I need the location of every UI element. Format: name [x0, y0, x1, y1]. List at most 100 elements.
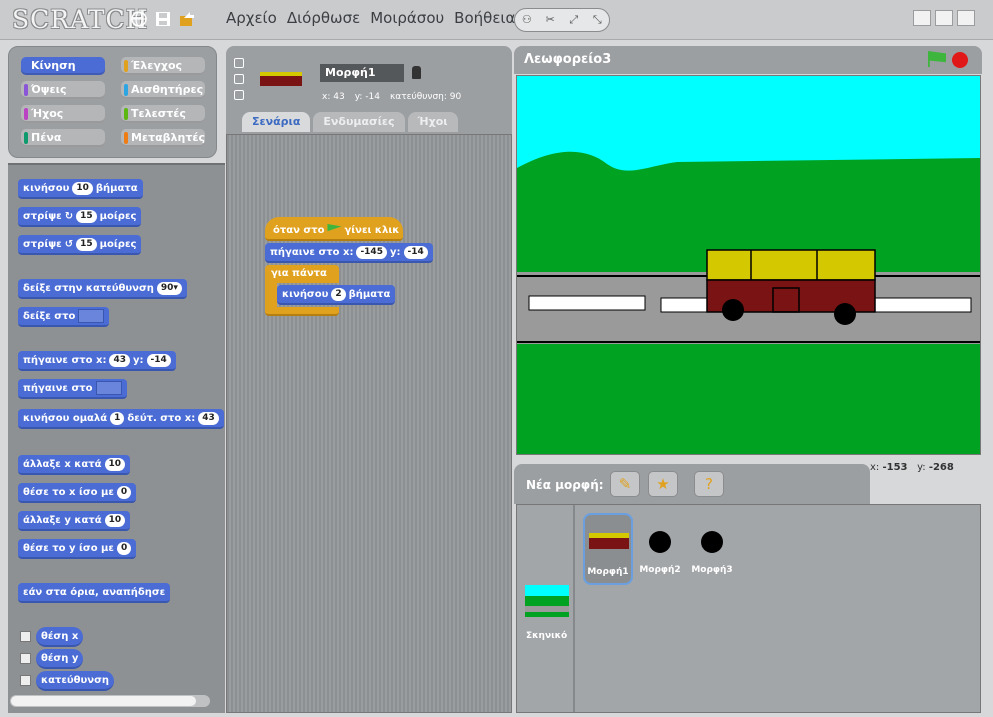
block-point-direction[interactable]: δείξε στην κατεύθυνση 90▾ — [18, 279, 187, 299]
block-dropdown[interactable] — [95, 381, 122, 395]
duplicate-icon[interactable]: ⚇ — [519, 12, 535, 28]
block-input[interactable]: 15 — [76, 237, 97, 251]
no-rotate-icon[interactable] — [234, 90, 244, 100]
shrink-icon[interactable]: ⤡ — [589, 12, 605, 28]
x-value: 43 — [333, 92, 345, 102]
block-palette: κινήσου 10 βήματα στρίψε ↻ 15 μοίρες στρ… — [8, 163, 225, 713]
block-input[interactable]: -14 — [403, 245, 428, 259]
checkbox-direction[interactable] — [20, 675, 31, 686]
block-text: κινήσου — [23, 182, 70, 194]
sprite-thumb-3[interactable]: Μορφή3 — [687, 513, 737, 585]
random-sprite-icon[interactable]: ? — [694, 471, 724, 497]
rotate-style-icon[interactable] — [234, 58, 244, 68]
category-label: Τελεστές — [131, 107, 186, 120]
stage-selector[interactable]: Σκηνικό — [517, 505, 575, 712]
block-input[interactable]: 0 — [116, 541, 132, 555]
checkbox-x-position[interactable] — [20, 631, 31, 642]
block-turn-clockwise[interactable]: στρίψε ↻ 15 μοίρες — [18, 207, 142, 227]
when-flag-clicked-block[interactable]: όταν στο γίνει κλικ — [265, 217, 403, 241]
block-text: πήγαινε στο x: — [23, 354, 107, 366]
category-control[interactable]: Έλεγχος — [121, 57, 205, 75]
menu-file[interactable]: Αρχείο — [226, 9, 277, 27]
stop-icon[interactable] — [952, 52, 968, 68]
category-label: Κίνηση — [31, 59, 76, 72]
block-input[interactable]: 15 — [76, 209, 97, 223]
block-dropdown[interactable] — [78, 309, 105, 323]
presentation-mode-icon[interactable] — [957, 10, 975, 26]
block-point-towards[interactable]: δείξε στο — [18, 307, 110, 327]
block-input[interactable]: 2 — [331, 287, 346, 301]
bus-sprite-image — [589, 533, 629, 549]
menu-edit[interactable]: Διόρθωσε — [287, 9, 360, 27]
reporter-x-position[interactable]: θέση x — [36, 627, 84, 647]
checkbox-y-position[interactable] — [20, 653, 31, 664]
grow-icon[interactable]: ⤢ — [566, 12, 582, 28]
tab-costumes[interactable]: Ενδυμασίες — [313, 112, 405, 132]
move-steps-block[interactable]: κινήσου 2 βήματα — [277, 285, 396, 305]
category-variables[interactable]: Μεταβλητές — [121, 129, 205, 147]
block-glide[interactable]: κινήσου ομαλά 1 δεύτ. στο x: 43 — [18, 409, 224, 429]
palette-scrollbar[interactable] — [10, 695, 210, 707]
block-text: θέσε το y ίσο με — [23, 542, 114, 554]
stage[interactable] — [516, 75, 981, 455]
sprite-thumb-2[interactable]: Μορφή2 — [635, 513, 685, 585]
block-goto[interactable]: πήγαινε στο — [18, 379, 127, 399]
choose-sprite-file-icon[interactable]: ★ — [648, 471, 678, 497]
category-looks[interactable]: Όψεις — [21, 81, 105, 99]
block-input[interactable]: 1 — [110, 411, 125, 425]
lock-icon[interactable] — [412, 66, 421, 79]
block-set-x[interactable]: θέσε το x ίσο με 0 — [18, 483, 137, 503]
stage-thumbnail[interactable] — [525, 585, 569, 617]
tab-sounds[interactable]: Ήχοι — [407, 112, 458, 132]
menu-bar: Αρχείο Διόρθωσε Μοιράσου Βοήθεια — [226, 9, 515, 27]
category-sound[interactable]: Ήχος — [21, 105, 105, 123]
rotate-cw-icon: ↻ — [64, 210, 74, 222]
block-dropdown[interactable]: 90▾ — [156, 281, 182, 295]
paint-new-sprite-icon[interactable]: ✎ — [610, 471, 640, 497]
menu-help[interactable]: Βοήθεια — [454, 9, 515, 27]
sprite-thumb-1[interactable]: Μορφή1 — [583, 513, 633, 585]
sprite-thumbnail — [260, 72, 302, 86]
save-icon[interactable] — [154, 10, 172, 28]
tab-scripts[interactable]: Σενάρια — [242, 112, 311, 132]
block-input[interactable]: -145 — [356, 245, 387, 259]
category-operators[interactable]: Τελεστές — [121, 105, 205, 123]
normal-stage-icon[interactable] — [935, 10, 953, 26]
forever-block[interactable]: για πάντα — [265, 265, 339, 283]
block-move-steps[interactable]: κινήσου 10 βήματα — [18, 179, 143, 199]
block-input[interactable]: 43 — [198, 411, 219, 425]
green-flag-icon[interactable] — [928, 51, 946, 67]
cursor-tools: ⚇ ✂ ⤢ ⤡ — [514, 8, 610, 32]
goto-xy-block[interactable]: πήγαινε στο x: -145 y: -14 — [265, 243, 433, 263]
sprite-name-field[interactable]: Μορφή1 — [320, 64, 404, 82]
block-bounce[interactable]: εάν στα όρια, αναπήδησε — [18, 583, 171, 603]
block-change-x[interactable]: άλλαξε x κατά 10 — [18, 455, 131, 475]
category-sensing[interactable]: Αισθητήρες — [121, 81, 205, 99]
block-change-y[interactable]: άλλαξε y κατά 10 — [18, 511, 131, 531]
menu-share[interactable]: Μοιράσου — [370, 9, 444, 27]
reporter-direction[interactable]: κατεύθυνση — [36, 671, 115, 691]
delete-icon[interactable]: ✂ — [542, 12, 558, 28]
small-stage-icon[interactable] — [913, 10, 931, 26]
scripts-area[interactable]: όταν στο γίνει κλικ πήγαινε στο x: -145 … — [226, 134, 512, 713]
category-motion[interactable]: Κίνηση — [21, 57, 105, 75]
block-input[interactable]: 10 — [72, 181, 93, 195]
scrollbar-thumb[interactable] — [11, 696, 196, 706]
block-input[interactable]: -14 — [146, 353, 171, 367]
block-turn-counterclockwise[interactable]: στρίψε ↺ 15 μοίρες — [18, 235, 142, 255]
block-input[interactable]: 43 — [109, 353, 130, 367]
forever-block-end — [265, 307, 339, 316]
block-set-y[interactable]: θέσε το y ίσο με 0 — [18, 539, 137, 559]
block-text: βήματα — [95, 182, 138, 194]
block-input[interactable]: 10 — [104, 457, 126, 471]
block-input[interactable]: 10 — [104, 513, 126, 527]
category-pen[interactable]: Πένα — [21, 129, 105, 147]
reporter-y-position[interactable]: θέση y — [36, 649, 84, 669]
globe-icon[interactable] — [130, 10, 148, 28]
block-input[interactable]: 0 — [116, 485, 132, 499]
block-goto-xy[interactable]: πήγαινε στο x: 43 y: -14 — [18, 351, 176, 371]
block-text: θέση y — [41, 652, 79, 664]
flip-style-icon[interactable] — [234, 74, 244, 84]
share-icon[interactable] — [178, 10, 196, 28]
category-label: Όψεις — [31, 83, 67, 96]
